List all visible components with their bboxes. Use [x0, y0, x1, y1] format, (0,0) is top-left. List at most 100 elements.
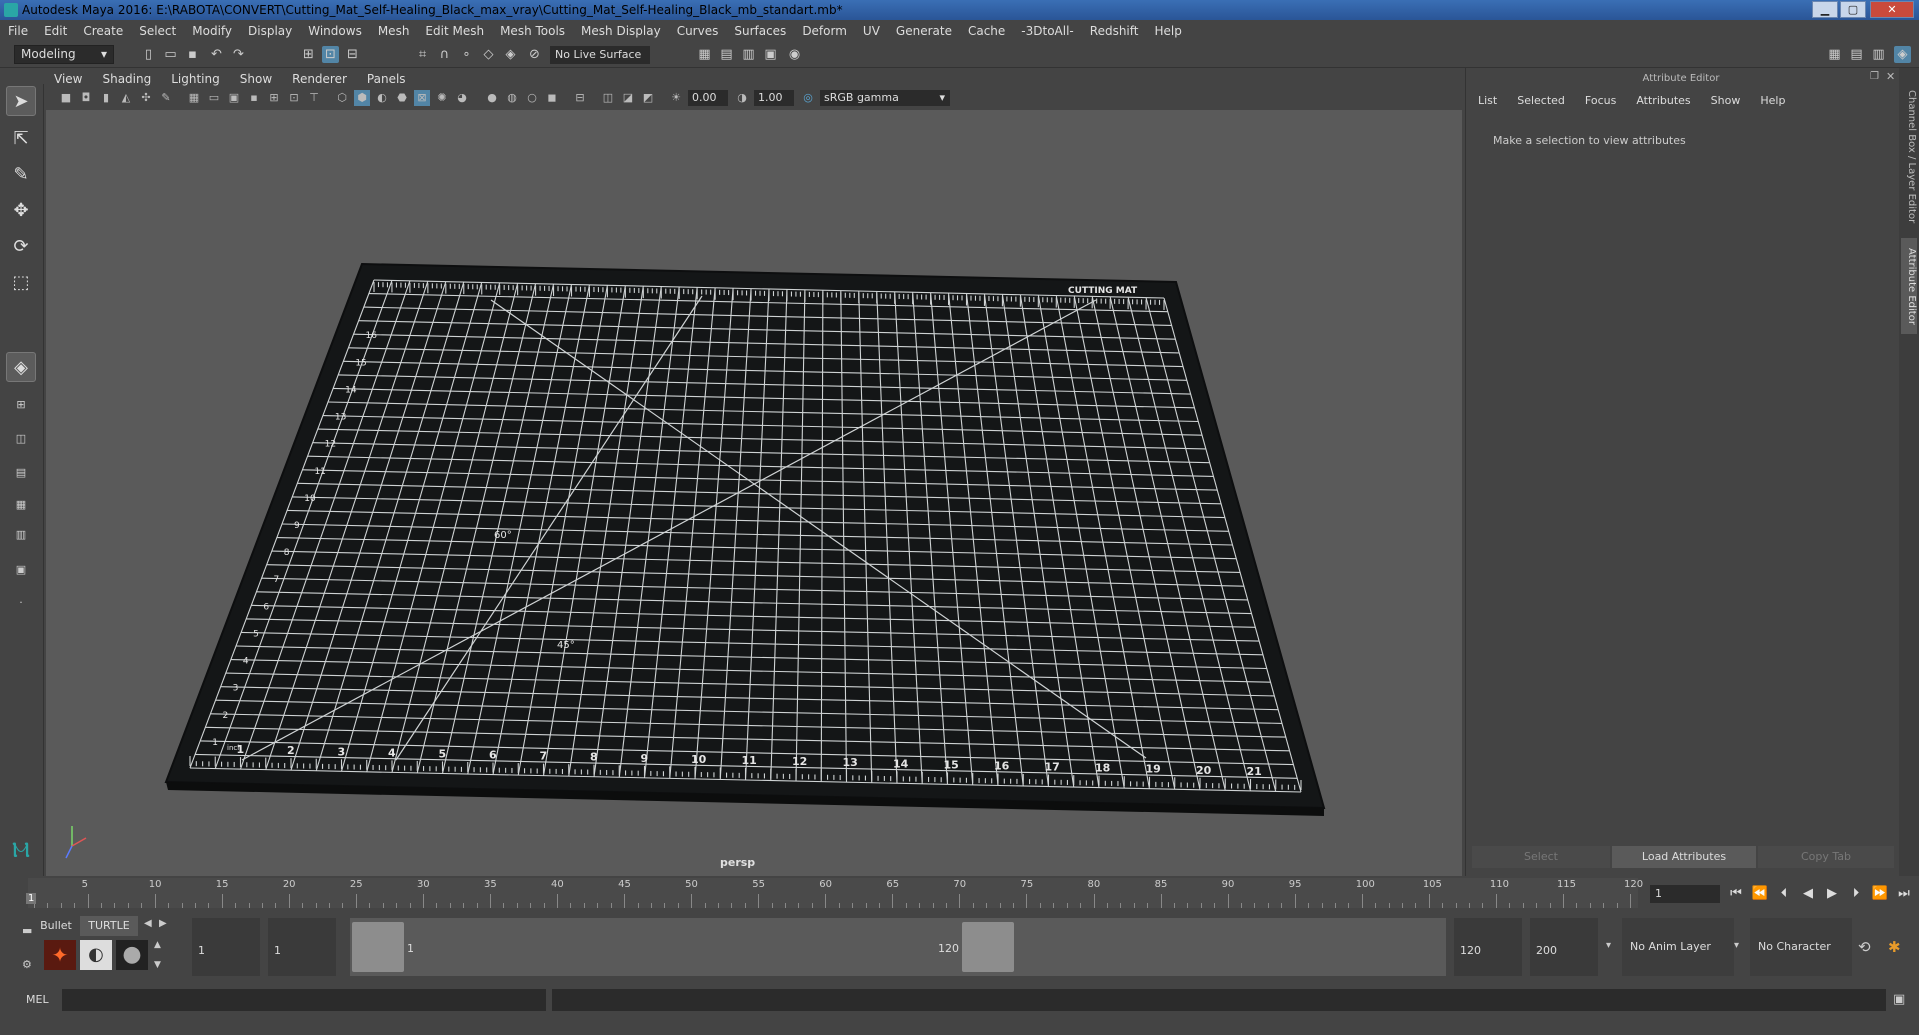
- snap-curve-icon[interactable]: ∩: [436, 46, 453, 63]
- field-chart-icon[interactable]: ⊞: [266, 90, 282, 106]
- step-back-key-icon[interactable]: ⏪: [1750, 884, 1770, 904]
- toggle-tool-settings-icon[interactable]: ▥: [1870, 46, 1887, 63]
- current-frame-marker[interactable]: 1: [26, 893, 37, 904]
- go-to-end-icon[interactable]: ⏭: [1894, 884, 1914, 904]
- ae-copy-tab-button[interactable]: Copy Tab: [1758, 846, 1894, 868]
- color-management-icon[interactable]: ◎: [800, 90, 816, 106]
- vp-menu-show[interactable]: Show: [240, 72, 272, 86]
- view-transform-dropdown[interactable]: sRGB gamma ▾: [820, 90, 950, 106]
- ae-menu-selected[interactable]: Selected: [1517, 94, 1565, 107]
- paint-select-tool-icon[interactable]: ✎: [6, 160, 36, 190]
- chevron-down-icon[interactable]: ▾: [1734, 940, 1739, 951]
- ae-menu-focus[interactable]: Focus: [1585, 94, 1616, 107]
- resolution-gate-icon[interactable]: ▣: [226, 90, 242, 106]
- xray-joints-icon[interactable]: ◪: [620, 90, 636, 106]
- close-panel-icon[interactable]: ✕: [1886, 70, 1895, 83]
- range-slider-track[interactable]: [350, 918, 1446, 976]
- float-panel-icon[interactable]: ❐: [1870, 71, 1879, 82]
- use-all-lights-icon[interactable]: ✺: [434, 90, 450, 106]
- close-button[interactable]: ✕: [1870, 1, 1914, 18]
- auto-key-icon[interactable]: ⟲: [1858, 938, 1871, 956]
- play-backward-icon[interactable]: ◀: [1798, 884, 1818, 904]
- mode-dropdown[interactable]: Modeling ▾: [14, 45, 114, 64]
- shadows-icon[interactable]: ◕: [454, 90, 470, 106]
- select-component-icon[interactable]: ⊟: [344, 46, 361, 63]
- shelf-tab-bullet[interactable]: Bullet: [36, 916, 76, 936]
- vp-menu-shading[interactable]: Shading: [102, 72, 151, 86]
- anim-end-field[interactable]: 200: [1530, 918, 1598, 976]
- ae-menu-show[interactable]: Show: [1711, 94, 1741, 107]
- snap-surface-icon[interactable]: ◈: [502, 46, 519, 63]
- image-plane-icon[interactable]: ◭: [118, 90, 134, 106]
- undo-icon[interactable]: ↶: [208, 46, 225, 63]
- step-forward-key-icon[interactable]: ⏩: [1870, 884, 1890, 904]
- wireframe-on-shaded-icon[interactable]: ⬣: [394, 90, 410, 106]
- go-to-start-icon[interactable]: ⏮: [1726, 884, 1746, 904]
- hypershade-layout-icon[interactable]: ▥: [8, 524, 34, 546]
- menu-edit-mesh[interactable]: Edit Mesh: [425, 24, 484, 38]
- gate-mask-icon[interactable]: ▪: [246, 90, 262, 106]
- toggle-channel-box-icon[interactable]: ◈: [1894, 46, 1911, 63]
- textured-icon[interactable]: ⊠: [414, 90, 430, 106]
- menu-generate[interactable]: Generate: [896, 24, 952, 38]
- four-view-layout-icon[interactable]: ⊞: [8, 394, 34, 416]
- end-frame-field[interactable]: 120: [1454, 918, 1522, 976]
- bookmark-icon[interactable]: ▮: [98, 90, 114, 106]
- safe-title-icon[interactable]: ⊤: [306, 90, 322, 106]
- step-forward-frame-icon[interactable]: ⏵: [1846, 884, 1866, 904]
- step-back-frame-icon[interactable]: ⏴: [1774, 884, 1794, 904]
- menu-deform[interactable]: Deform: [802, 24, 847, 38]
- exposure-icon[interactable]: ☀: [668, 90, 684, 106]
- mel-label[interactable]: MEL: [26, 993, 49, 1006]
- exposure-field[interactable]: 0.00: [688, 90, 728, 106]
- shelf-scroll-right-icon[interactable]: ▶: [159, 918, 167, 929]
- isolate-select-icon[interactable]: ⊟: [572, 90, 588, 106]
- start-frame-field[interactable]: 1: [192, 918, 260, 976]
- menu-select[interactable]: Select: [139, 24, 176, 38]
- shelf-scroll-left-icon[interactable]: ◀: [144, 918, 152, 929]
- new-scene-icon[interactable]: ▯: [140, 46, 157, 63]
- shelf-tab-turtle[interactable]: TURTLE: [80, 916, 138, 936]
- toggle-attribute-editor-icon[interactable]: ▤: [1848, 46, 1865, 63]
- menu-windows[interactable]: Windows: [308, 24, 362, 38]
- shelf-collapse-icon[interactable]: ▬: [22, 924, 32, 937]
- minimize-button[interactable]: ▁: [1812, 1, 1838, 18]
- menu-curves[interactable]: Curves: [677, 24, 719, 38]
- grid-icon[interactable]: ▦: [186, 90, 202, 106]
- render-settings-icon[interactable]: ▥: [740, 46, 757, 63]
- use-default-material-icon[interactable]: ◐: [374, 90, 390, 106]
- vp-menu-view[interactable]: View: [54, 72, 82, 86]
- maximize-button[interactable]: ▢: [1840, 1, 1866, 18]
- snap-grid-icon[interactable]: ⌗: [414, 46, 431, 63]
- snap-view-icon[interactable]: ◇: [480, 46, 497, 63]
- camera-icon[interactable]: ■: [58, 90, 74, 106]
- open-scene-icon[interactable]: ▭: [162, 46, 179, 63]
- ae-menu-list[interactable]: List: [1478, 94, 1497, 107]
- menu-cache[interactable]: Cache: [968, 24, 1005, 38]
- tab-attribute-editor[interactable]: Attribute Editor: [1901, 238, 1917, 334]
- select-hierarchy-icon[interactable]: ⊞: [300, 46, 317, 63]
- tab-channel-box[interactable]: Channel Box / Layer Editor: [1901, 82, 1917, 232]
- menu-redshift[interactable]: Redshift: [1090, 24, 1139, 38]
- menu-modify[interactable]: Modify: [192, 24, 232, 38]
- shelf-scroll-down-icon[interactable]: ▼: [154, 960, 161, 970]
- film-gate-icon[interactable]: ▭: [206, 90, 222, 106]
- screen-space-ao-icon[interactable]: ●: [484, 90, 500, 106]
- play-forward-icon[interactable]: ▶: [1822, 884, 1842, 904]
- gamma-icon[interactable]: ◑: [734, 90, 750, 106]
- character-set-dropdown[interactable]: No Character Set: [1750, 918, 1852, 1011]
- perspective-viewport[interactable]: CUTTING MAT 60° 45° inch 1 2 3 4 5 6 7 8 9 10 11 12…: [46, 110, 1462, 876]
- ae-load-attributes-button[interactable]: Load Attributes: [1612, 846, 1756, 868]
- menu-surfaces[interactable]: Surfaces: [734, 24, 786, 38]
- chevron-down-icon[interactable]: ▾: [1606, 940, 1611, 951]
- shelf-settings-icon[interactable]: ⚙: [22, 958, 32, 971]
- two-view-layout-icon[interactable]: ◫: [8, 428, 34, 450]
- xray-icon[interactable]: ◫: [600, 90, 616, 106]
- menu-mesh-tools[interactable]: Mesh Tools: [500, 24, 565, 38]
- turtle-render-icon[interactable]: ✦: [44, 940, 76, 970]
- vp-menu-panels[interactable]: Panels: [367, 72, 406, 86]
- uv-layout-icon[interactable]: ▣: [8, 559, 34, 581]
- shelf-scroll-up-icon[interactable]: ▲: [154, 940, 161, 950]
- two-d-pan-icon[interactable]: ✣: [138, 90, 154, 106]
- gamma-field[interactable]: 1.00: [754, 90, 794, 106]
